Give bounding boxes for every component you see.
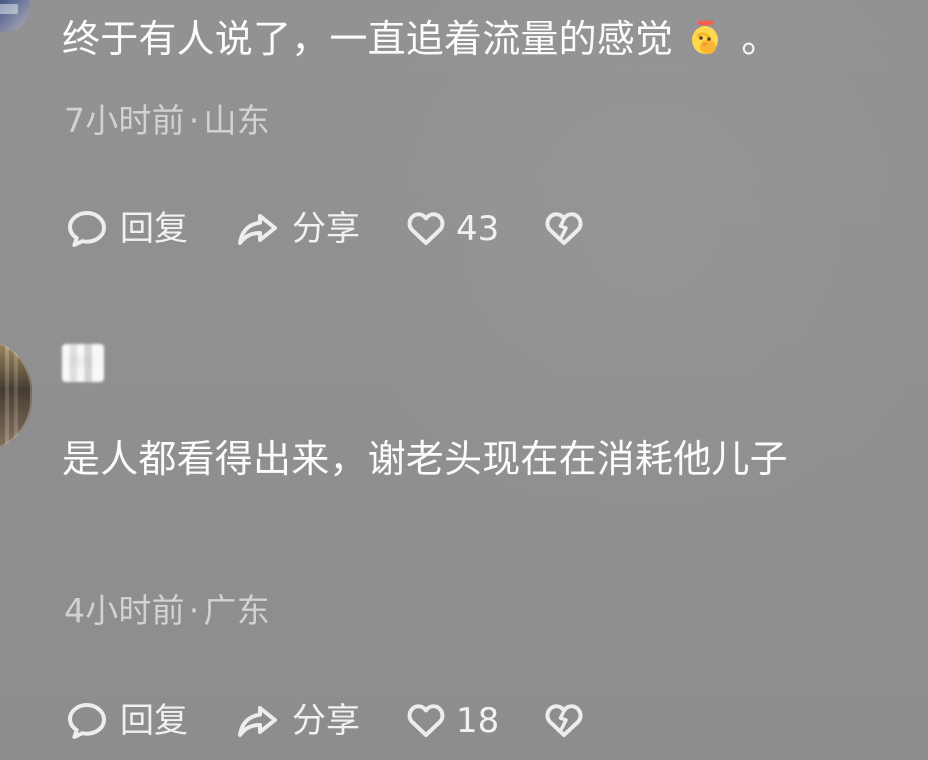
reply-button[interactable]: 回复 [64, 698, 188, 744]
comment-location: 广东 [203, 591, 270, 630]
comment-text-main: 终于有人说了，一直追着流量的感觉 [62, 17, 674, 61]
comment-text-main: 是人都看得出来，谢老头现在在消耗他儿子 [62, 437, 788, 481]
comment-meta: 7小时前 · 山东 [64, 104, 270, 137]
comment-actions: 回复 分享 43 [64, 206, 587, 252]
broken-heart-icon [541, 206, 587, 252]
comment-feed: 终于有人说了，一直追着流量的感觉 。 7小时前 · 山东 回复 分享 43 是人… [0, 0, 928, 760]
avatar[interactable] [0, 340, 32, 450]
comment-location: 山东 [203, 101, 270, 140]
avatar[interactable] [0, 0, 30, 32]
share-label: 分享 [292, 209, 360, 249]
comment-icon [64, 698, 110, 744]
comment-time: 7小时前 [64, 101, 185, 140]
share-icon [232, 698, 284, 744]
reply-button[interactable]: 回复 [64, 206, 188, 252]
share-label: 分享 [292, 701, 360, 741]
like-button[interactable]: 43 [404, 206, 499, 252]
heart-icon [404, 206, 448, 252]
reply-label: 回复 [120, 209, 188, 249]
meta-separator: · [188, 591, 200, 630]
comment-text-end: 。 [741, 17, 780, 61]
like-count: 43 [456, 209, 500, 249]
share-icon [232, 206, 284, 252]
like-button[interactable]: 18 [404, 698, 499, 744]
heart-icon [404, 698, 448, 744]
comment-meta: 4小时前 · 广东 [64, 594, 270, 627]
meta-separator: · [188, 101, 200, 140]
dislike-button[interactable] [541, 206, 587, 252]
comment-time: 4小时前 [64, 591, 185, 630]
comment-text: 是人都看得出来，谢老头现在在消耗他儿子 [62, 436, 922, 482]
username-redacted [62, 344, 104, 382]
chick-icon [687, 18, 723, 58]
broken-heart-icon [541, 698, 587, 744]
comment-actions: 回复 分享 18 [64, 698, 587, 744]
comment-text: 终于有人说了，一直追着流量的感觉 。 [62, 16, 779, 62]
comment-icon [64, 206, 110, 252]
like-count: 18 [456, 701, 500, 741]
share-button[interactable]: 分享 [232, 206, 360, 252]
reply-label: 回复 [120, 701, 188, 741]
share-button[interactable]: 分享 [232, 698, 360, 744]
dislike-button[interactable] [541, 698, 587, 744]
